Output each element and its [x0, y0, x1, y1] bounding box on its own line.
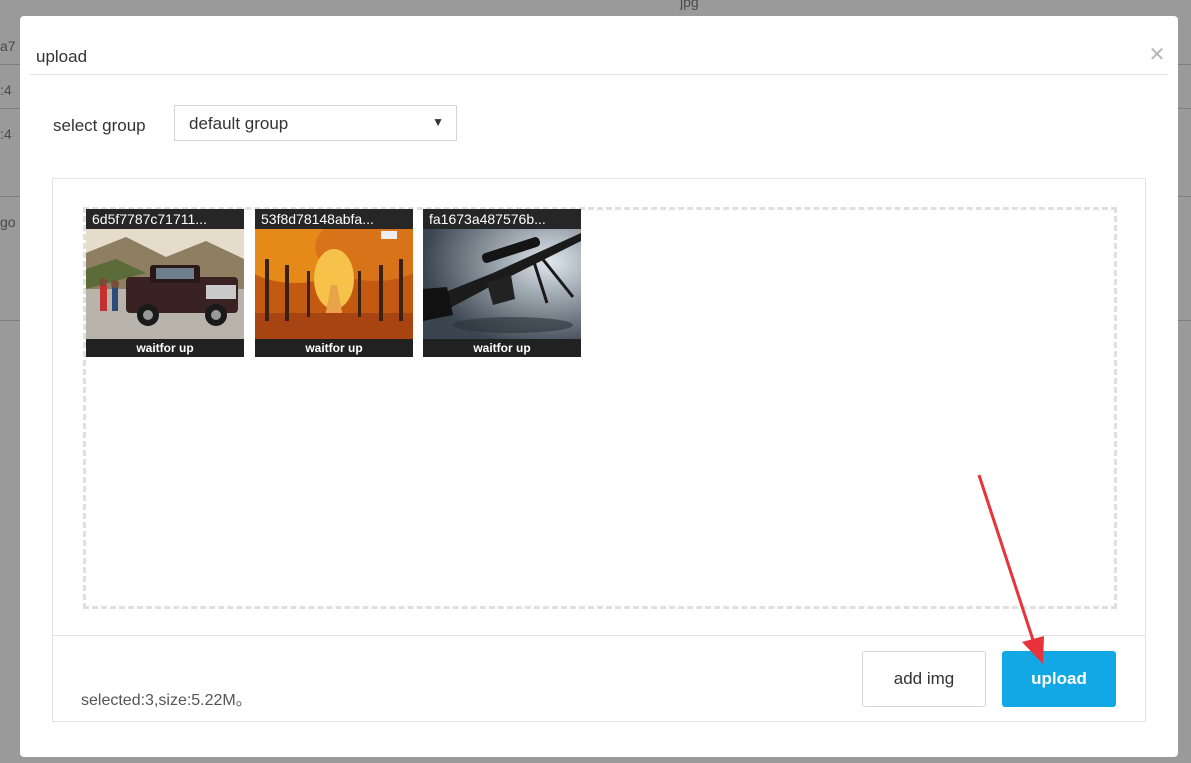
dialog-title: upload	[36, 47, 88, 66]
background-text: :4	[0, 82, 12, 98]
close-icon[interactable]: ✕	[1144, 42, 1170, 68]
thumbnail-filename: 53f8d78148abfa...	[255, 209, 413, 229]
background-text: a7	[0, 38, 16, 54]
upload-dialog: upload ✕ select group default group ▼ 6d…	[20, 16, 1178, 757]
group-label: select group	[53, 116, 146, 135]
dialog-header: upload ✕	[30, 44, 1168, 75]
background-text: :4	[0, 126, 12, 142]
group-select[interactable]: default group ▼	[174, 105, 457, 141]
group-select-value: default group	[189, 114, 289, 133]
thumbnail-status: waitfor up	[86, 339, 244, 357]
background-text: jpg	[680, 0, 699, 10]
caret-down-icon: ▼	[432, 115, 444, 129]
thumbnail-filename: fa1673a487576b...	[423, 209, 581, 229]
image-thumbnail[interactable]: fa1673a487576b... waitfor up	[423, 209, 581, 357]
rifle-image	[423, 229, 581, 339]
thumbnail-status: waitfor up	[255, 339, 413, 357]
add-img-button[interactable]: add img	[862, 651, 986, 707]
background-text: go	[0, 214, 16, 230]
truck-image	[86, 229, 244, 339]
image-thumbnail[interactable]: 53f8d78148abfa... waitfor up	[255, 209, 413, 357]
autumn-trees-image	[255, 229, 413, 339]
selection-summary: selected:3,size:5.22M。	[81, 692, 252, 709]
image-thumbnail[interactable]: 6d5f7787c71711... waitfor up	[86, 209, 244, 357]
upload-panel: 6d5f7787c71711... waitfor up 53f8d78148a…	[52, 178, 1146, 722]
thumbnail-filename: 6d5f7787c71711...	[86, 209, 244, 229]
thumbnail-status: waitfor up	[423, 339, 581, 357]
panel-divider	[53, 635, 1145, 636]
upload-button[interactable]: upload	[1002, 651, 1116, 707]
